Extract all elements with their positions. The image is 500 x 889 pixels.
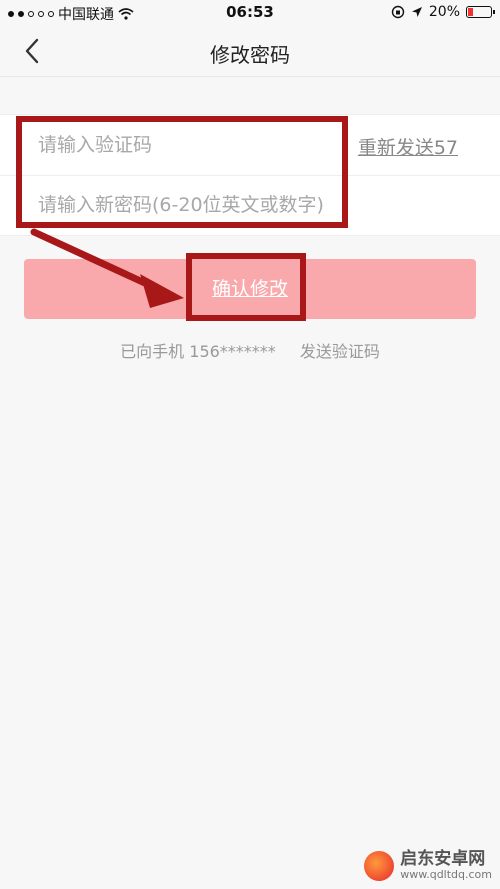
orientation-lock-icon	[391, 5, 405, 19]
sent-hint: 已向手机 156******* 发送验证码	[0, 338, 500, 362]
location-icon	[411, 7, 422, 17]
resend-code-link[interactable]: 重新发送57	[358, 133, 458, 160]
navigation-bar: 修改密码	[0, 26, 500, 77]
hint-phone: 已向手机 156*******	[120, 342, 276, 361]
watermark-logo-icon	[364, 850, 395, 881]
battery-icon	[466, 6, 495, 18]
page-title: 修改密码	[210, 43, 290, 67]
watermark-url: www.qdltdq.com	[400, 867, 492, 881]
status-bar: 中国联通 06:53 20%	[0, 0, 500, 26]
watermark-title: 启东安卓网	[400, 849, 486, 870]
battery-percent: 20%	[428, 4, 460, 20]
annotation-box-button	[186, 253, 306, 321]
annotation-box-fields	[16, 116, 348, 228]
watermark: 启东安卓网 www.qdltdq.com	[364, 850, 492, 881]
hint-suffix: 发送验证码	[299, 342, 380, 361]
status-indicators: 20%	[391, 4, 495, 20]
